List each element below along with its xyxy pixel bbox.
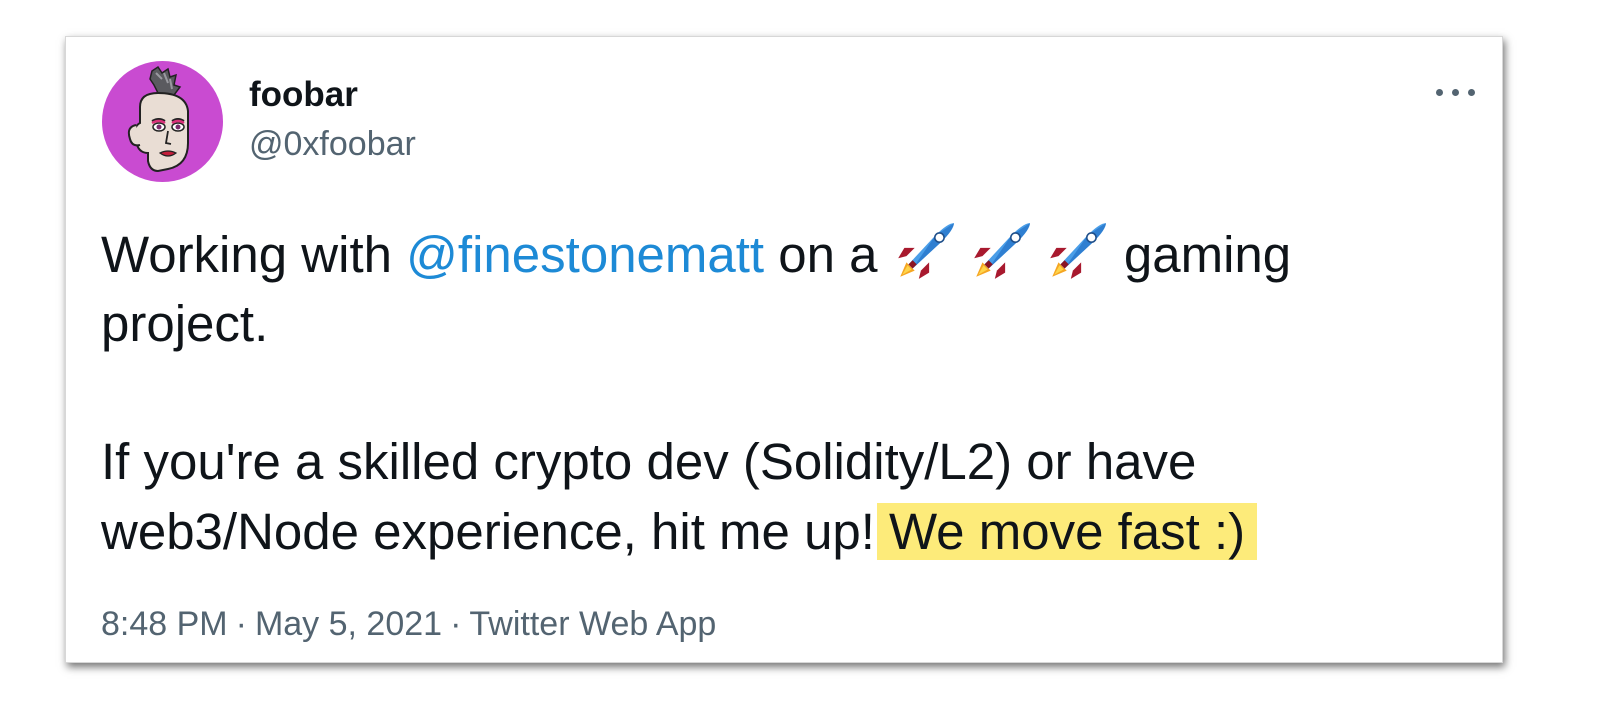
tweet-text: Working with @finestonematt on a gaming … <box>101 219 1481 567</box>
tweet-line: project. <box>101 295 269 352</box>
more-options-dot <box>1468 89 1475 96</box>
punk-avatar-icon <box>102 61 223 182</box>
separator: · <box>235 605 247 643</box>
tweet-time[interactable]: 8:48 PM <box>101 605 228 643</box>
rocket-emoji <box>1049 223 1106 279</box>
more-options-button[interactable] <box>1434 80 1478 104</box>
tweet-line: Working with @finestonematt on a gaming <box>101 219 1481 289</box>
tweet-source[interactable]: Twitter Web App <box>469 605 716 643</box>
author-display-name[interactable]: foobar <box>249 75 358 115</box>
separator: · <box>450 605 462 643</box>
rocket-emoji <box>973 223 1030 279</box>
tweet-text-segment: on a <box>764 226 892 283</box>
tweet-metadata: 8:48 PM · May 5, 2021 · Twitter Web App <box>101 604 716 644</box>
tweet-card: foobar @0xfoobar Working with @finestone… <box>65 36 1503 663</box>
tweet-line: If you're a skilled crypto dev (Solidity… <box>101 433 1197 490</box>
more-options-dot <box>1452 89 1459 96</box>
highlighted-text: We move fast :) <box>876 503 1258 560</box>
avatar[interactable] <box>102 61 223 182</box>
tweet-date[interactable]: May 5, 2021 <box>255 605 442 643</box>
mention-link[interactable]: @finestonematt <box>406 226 764 283</box>
tweet-text-segment: web3/Node experience, hit me up! <box>101 503 875 560</box>
more-options-icon <box>1436 89 1443 96</box>
rocket-emoji-group <box>892 223 1110 283</box>
tweet-text-segment: gaming <box>1109 226 1292 283</box>
tweet-text-segment: Working with <box>101 226 407 283</box>
rocket-emoji <box>897 223 954 279</box>
tweet-line: web3/Node experience, hit me up! We move … <box>101 497 1481 567</box>
author-handle[interactable]: @0xfoobar <box>249 124 416 164</box>
